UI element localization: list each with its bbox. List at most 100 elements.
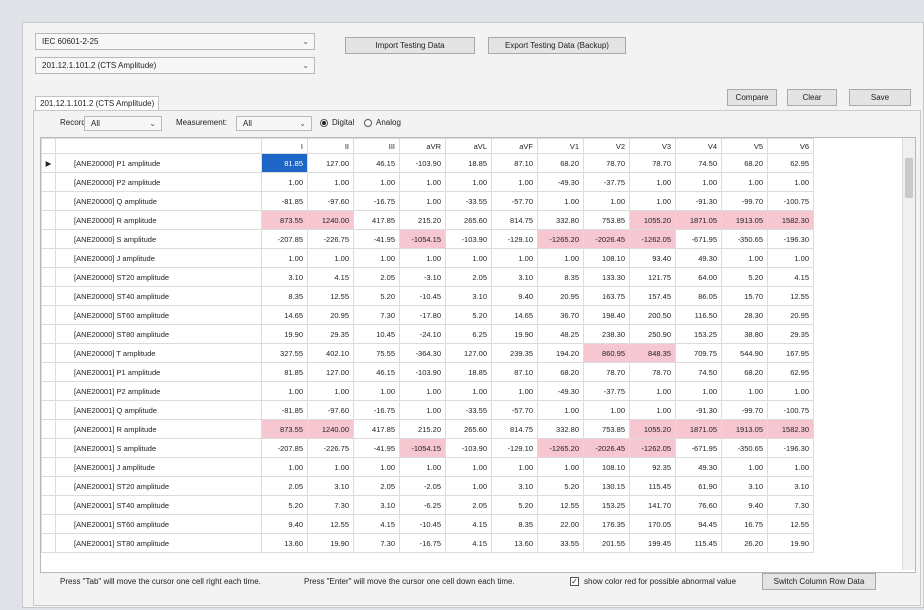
column-header[interactable]: V5 — [721, 138, 768, 154]
table-cell[interactable]: 20.95 — [767, 305, 814, 325]
table-cell[interactable]: 873.55 — [261, 419, 308, 439]
table-cell[interactable]: 238.30 — [583, 324, 630, 344]
column-header[interactable]: II — [307, 138, 354, 154]
table-cell[interactable]: 1.00 — [445, 172, 492, 192]
table-cell[interactable]: 49.30 — [675, 248, 722, 268]
table-cell[interactable]: -91.30 — [675, 191, 722, 211]
table-cell[interactable]: -57.70 — [491, 191, 538, 211]
table-cell[interactable]: 1582.30 — [767, 210, 814, 230]
table-cell[interactable]: -49.30 — [537, 172, 584, 192]
standard-dropdown[interactable]: IEC 60601-2-25 ⌄ — [35, 33, 315, 50]
table-cell[interactable]: -1265.20 — [537, 438, 584, 458]
table-cell[interactable]: 94.45 — [675, 514, 722, 534]
table-cell[interactable]: 1.00 — [629, 172, 676, 192]
table-cell[interactable]: -24.10 — [399, 324, 446, 344]
column-header[interactable]: V6 — [767, 138, 814, 154]
table-cell[interactable]: 19.90 — [767, 533, 814, 553]
table-cell[interactable]: 417.85 — [353, 210, 400, 230]
column-header[interactable]: V4 — [675, 138, 722, 154]
table-cell[interactable]: 1913.05 — [721, 419, 768, 439]
table-cell[interactable]: 544.90 — [721, 343, 768, 363]
table-cell[interactable]: -91.30 — [675, 400, 722, 420]
table-cell[interactable]: 12.55 — [307, 286, 354, 306]
table-cell[interactable]: 5.20 — [491, 495, 538, 515]
table-cell[interactable]: -33.55 — [445, 400, 492, 420]
table-row[interactable]: [ANE20000] ST20 amplitude 3.10 4.15 2.05 -3.… — [41, 267, 814, 287]
table-cell[interactable]: 1.00 — [675, 172, 722, 192]
table-cell[interactable]: 1582.30 — [767, 419, 814, 439]
table-cell[interactable]: 176.35 — [583, 514, 630, 534]
table-cell[interactable]: 87.10 — [491, 362, 538, 382]
table-row[interactable]: [ANE20001] J amplitude 1.00 1.00 1.00 1.00 1.… — [41, 457, 814, 477]
table-cell[interactable]: 860.95 — [583, 343, 630, 363]
table-cell[interactable]: 163.75 — [583, 286, 630, 306]
table-cell[interactable]: 200.50 — [629, 305, 676, 325]
table-cell[interactable]: 1.00 — [675, 381, 722, 401]
table-cell[interactable]: 5.20 — [537, 476, 584, 496]
table-cell[interactable]: 4.15 — [307, 267, 354, 287]
table-cell[interactable]: 12.55 — [307, 514, 354, 534]
table-row[interactable]: [ANE20000] J amplitude 1.00 1.00 1.00 1.00 1.… — [41, 248, 814, 268]
table-cell[interactable]: 1.00 — [353, 248, 400, 268]
table-cell[interactable]: -16.75 — [353, 400, 400, 420]
table-cell[interactable]: 22.00 — [537, 514, 584, 534]
table-cell[interactable]: 74.50 — [675, 362, 722, 382]
table-cell[interactable]: 1.00 — [261, 457, 308, 477]
table-cell[interactable]: 6.25 — [445, 324, 492, 344]
table-cell[interactable]: 7.30 — [353, 305, 400, 325]
table-cell[interactable]: 1.00 — [721, 248, 768, 268]
table-cell[interactable]: 1.00 — [721, 457, 768, 477]
table-cell[interactable]: 16.75 — [721, 514, 768, 534]
table-cell[interactable]: 115.45 — [629, 476, 676, 496]
table-cell[interactable]: 1.00 — [353, 381, 400, 401]
table-cell[interactable]: 3.10 — [491, 267, 538, 287]
table-cell[interactable]: 873.55 — [261, 210, 308, 230]
table-cell[interactable]: 1.00 — [261, 172, 308, 192]
table-cell[interactable]: 1.00 — [399, 381, 446, 401]
column-header[interactable]: V1 — [537, 138, 584, 154]
table-cell[interactable]: -364.30 — [399, 343, 446, 363]
table-cell[interactable]: -17.80 — [399, 305, 446, 325]
table-cell[interactable]: 1.00 — [721, 172, 768, 192]
table-cell[interactable]: -2026.45 — [583, 438, 630, 458]
table-cell[interactable]: -671.95 — [675, 229, 722, 249]
table-cell[interactable]: 46.15 — [353, 362, 400, 382]
tab-cts-amplitude[interactable]: 201.12.1.101.2 (CTS Amplitude) — [35, 96, 160, 111]
table-cell[interactable]: 1.00 — [491, 172, 538, 192]
table-cell[interactable]: 1.00 — [353, 172, 400, 192]
table-cell[interactable]: 14.65 — [491, 305, 538, 325]
table-cell[interactable]: -1262.05 — [629, 438, 676, 458]
table-cell[interactable]: 1.00 — [537, 457, 584, 477]
table-cell[interactable]: 38.80 — [721, 324, 768, 344]
table-cell[interactable]: 4.15 — [445, 514, 492, 534]
table-row[interactable]: [ANE20000] ST40 amplitude 8.35 12.55 5.20 -1… — [41, 286, 814, 306]
table-row[interactable]: [ANE20000] S amplitude -207.85 -226.75 -41.… — [41, 229, 814, 249]
table-cell[interactable]: 5.20 — [721, 267, 768, 287]
table-cell[interactable]: 36.70 — [537, 305, 584, 325]
table-cell[interactable]: 1.00 — [399, 457, 446, 477]
table-cell[interactable]: -1265.20 — [537, 229, 584, 249]
column-header[interactable]: V3 — [629, 138, 676, 154]
table-cell[interactable]: 265.60 — [445, 419, 492, 439]
table-cell[interactable]: 2.05 — [353, 476, 400, 496]
table-cell[interactable]: -57.70 — [491, 400, 538, 420]
table-cell[interactable]: -103.90 — [445, 229, 492, 249]
table-cell[interactable]: 1.00 — [399, 400, 446, 420]
table-cell[interactable]: 1.00 — [537, 400, 584, 420]
table-cell[interactable]: -207.85 — [261, 438, 308, 458]
table-cell[interactable]: 13.60 — [261, 533, 308, 553]
table-cell[interactable]: -16.75 — [399, 533, 446, 553]
table-cell[interactable]: 1871.05 — [675, 210, 722, 230]
table-cell[interactable]: -97.60 — [307, 400, 354, 420]
table-cell[interactable]: 2.05 — [445, 495, 492, 515]
table-cell[interactable]: 753.85 — [583, 210, 630, 230]
table-cell[interactable]: 3.10 — [445, 286, 492, 306]
switch-column-row-button[interactable]: Switch Column Row Data — [762, 573, 876, 590]
compare-button[interactable]: Compare — [727, 89, 777, 106]
table-row[interactable]: [ANE20001] Q amplitude -81.85 -97.60 -16.75… — [41, 400, 814, 420]
table-cell[interactable]: 1.00 — [445, 476, 492, 496]
table-cell[interactable]: 157.45 — [629, 286, 676, 306]
table-cell[interactable]: 1.00 — [307, 457, 354, 477]
table-cell[interactable]: 709.75 — [675, 343, 722, 363]
table-cell[interactable]: 12.55 — [537, 495, 584, 515]
